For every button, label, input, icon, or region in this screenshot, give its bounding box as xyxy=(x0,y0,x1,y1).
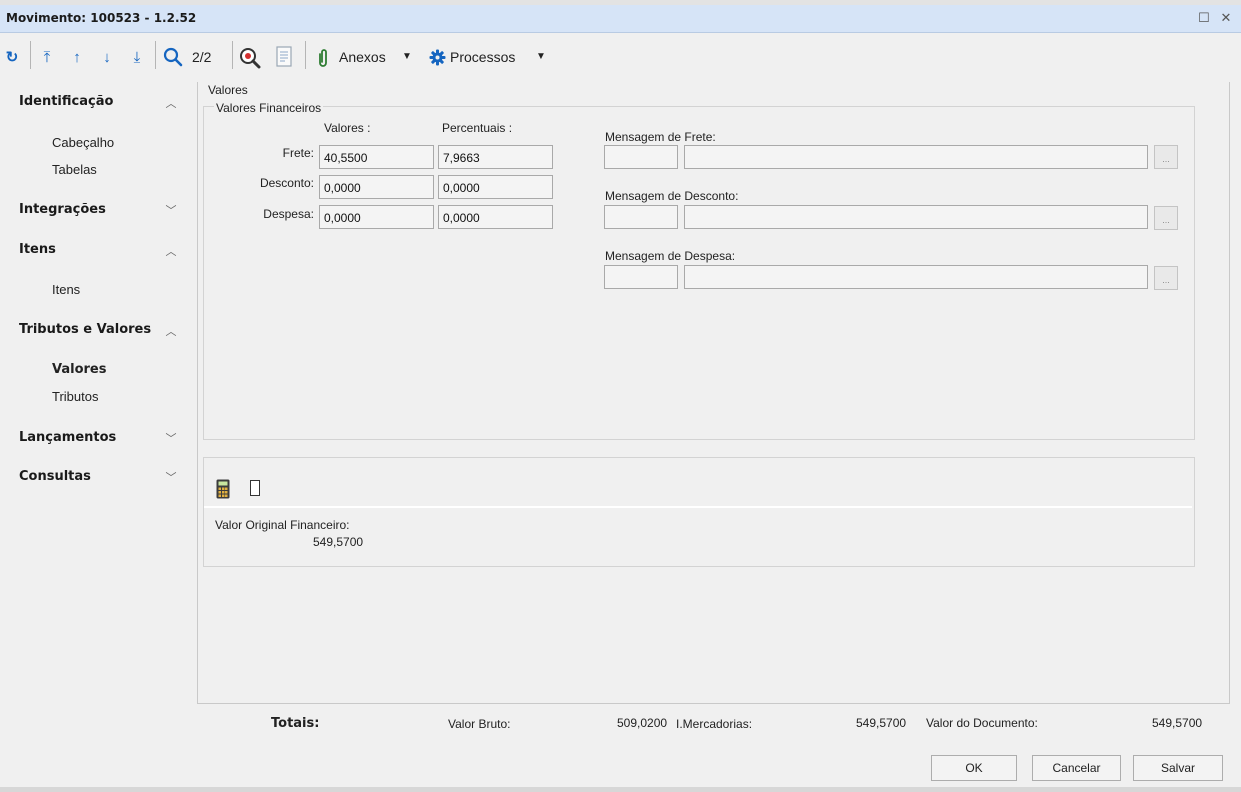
refresh-icon[interactable]: ↻ xyxy=(2,47,22,69)
mensagem-despesa-label: Mensagem de Despesa: xyxy=(605,249,736,263)
sidebar-item-cabecalho[interactable]: Cabeçalho xyxy=(52,135,114,150)
toolbar-separator xyxy=(305,41,306,69)
desconto-valor-input[interactable]: 0,0000 xyxy=(319,175,434,199)
title-bar: Movimento: 100523 - 1.2.52 ☐ ✕ xyxy=(0,5,1241,33)
valor-bruto-label: Valor Bruto: xyxy=(448,717,511,731)
bottom-border xyxy=(0,787,1241,792)
sidebar-section-integracoes[interactable]: Integrações xyxy=(19,202,106,217)
totais-label: Totais: xyxy=(271,716,320,731)
sidebar-section-lancamentos[interactable]: Lançamentos xyxy=(19,430,116,445)
mensagem-desconto-lookup-button[interactable]: ... xyxy=(1154,206,1178,230)
sidebar-section-identificacao[interactable]: Identificação xyxy=(19,94,113,109)
maximize-icon[interactable]: ☐ xyxy=(1196,10,1212,26)
blank-page-icon[interactable] xyxy=(250,480,260,496)
sidebar-item-valores-active[interactable]: Valores xyxy=(52,362,106,377)
mensagem-desconto-code-input[interactable] xyxy=(604,205,678,229)
mercadorias-value: 549,5700 xyxy=(856,716,907,730)
previous-record-icon[interactable]: ↑ xyxy=(68,47,86,69)
cancelar-button[interactable]: Cancelar xyxy=(1032,755,1121,781)
column-header-percentuais: Percentuais : xyxy=(442,121,513,135)
mensagem-frete-code-input[interactable] xyxy=(604,145,678,169)
sidebar-section-tributos-e-valores[interactable]: Tributos e Valores xyxy=(19,322,151,337)
chevron-down-icon[interactable]: ﹀ xyxy=(164,202,178,218)
frete-label: Frete: xyxy=(282,146,314,160)
sidebar: Identificação ︿ Cabeçalho Tabelas Integr… xyxy=(0,82,196,792)
mensagem-frete-label: Mensagem de Frete: xyxy=(605,130,716,144)
report-document-icon[interactable] xyxy=(275,45,293,72)
search-icon[interactable] xyxy=(162,46,184,71)
valor-bruto-value: 509,0200 xyxy=(617,716,668,730)
next-record-icon[interactable]: ↓ xyxy=(98,47,116,69)
sidebar-section-itens[interactable]: Itens xyxy=(19,242,56,257)
toolbar-separator xyxy=(232,41,233,69)
record-position: 2/2 xyxy=(192,49,212,65)
sidebar-item-tabelas[interactable]: Tabelas xyxy=(52,162,97,177)
mensagem-desconto-text-input[interactable] xyxy=(684,205,1148,229)
chevron-up-icon[interactable]: ︿ xyxy=(164,323,178,339)
ok-button[interactable]: OK xyxy=(931,755,1017,781)
mensagem-desconto-label: Mensagem de Desconto: xyxy=(605,189,739,203)
frete-percentual-input[interactable]: 7,9663 xyxy=(438,145,553,169)
toolbar: ↻ ⤒ ↑ ↓ ⤓ 2/2 Anexos ▼ Processos ▼ xyxy=(0,33,1241,81)
valor-documento-label: Valor do Documento: xyxy=(926,716,1038,730)
chevron-up-icon[interactable]: ︿ xyxy=(164,95,178,111)
valor-original-financeiro-label: Valor Original Financeiro: xyxy=(215,518,350,532)
financeiro-panel xyxy=(203,457,1195,567)
column-header-valores: Valores : xyxy=(324,121,371,135)
mensagem-despesa-code-input[interactable] xyxy=(604,265,678,289)
processos-dropdown-icon[interactable]: ▼ xyxy=(536,51,546,62)
mensagem-despesa-lookup-button[interactable]: ... xyxy=(1154,266,1178,290)
processos-menu[interactable]: Processos xyxy=(450,49,515,65)
sidebar-item-tributos[interactable]: Tributos xyxy=(52,389,98,404)
mensagem-frete-lookup-button[interactable]: ... xyxy=(1154,145,1178,169)
gear-icon[interactable] xyxy=(429,49,446,69)
anexos-menu[interactable]: Anexos xyxy=(339,49,386,65)
salvar-button[interactable]: Salvar xyxy=(1133,755,1223,781)
sidebar-item-itens[interactable]: Itens xyxy=(52,282,80,297)
zoom-search-icon[interactable] xyxy=(238,46,262,73)
section-title-valores: Valores xyxy=(208,83,248,97)
chevron-up-icon[interactable]: ︿ xyxy=(164,243,178,259)
window-title: Movimento: 100523 - 1.2.52 xyxy=(6,11,197,25)
frete-valor-input[interactable]: 40,5500 xyxy=(319,145,434,169)
group-title-valores-financeiros: Valores Financeiros xyxy=(214,101,324,115)
desconto-percentual-input[interactable]: 0,0000 xyxy=(438,175,553,199)
close-icon[interactable]: ✕ xyxy=(1218,10,1234,26)
sidebar-section-consultas[interactable]: Consultas xyxy=(19,469,91,484)
valor-documento-value: 549,5700 xyxy=(1152,716,1203,730)
chevron-down-icon[interactable]: ﹀ xyxy=(164,430,178,446)
mensagem-frete-text-input[interactable] xyxy=(684,145,1148,169)
toolbar-separator xyxy=(155,41,156,69)
desconto-label: Desconto: xyxy=(259,176,314,190)
anexos-dropdown-icon[interactable]: ▼ xyxy=(402,51,412,62)
despesa-label: Despesa: xyxy=(263,207,314,221)
despesa-valor-input[interactable]: 0,0000 xyxy=(319,205,434,229)
calculator-icon[interactable] xyxy=(216,479,230,502)
first-record-icon[interactable]: ⤒ xyxy=(38,47,56,69)
toolbar-separator xyxy=(30,41,31,69)
despesa-percentual-input[interactable]: 0,0000 xyxy=(438,205,553,229)
paperclip-icon[interactable] xyxy=(317,48,329,71)
mercadorias-label: I.Mercadorias: xyxy=(676,717,753,731)
chevron-down-icon[interactable]: ﹀ xyxy=(164,469,178,485)
last-record-icon[interactable]: ⤓ xyxy=(128,47,146,69)
divider xyxy=(204,506,1192,508)
mensagem-despesa-text-input[interactable] xyxy=(684,265,1148,289)
valor-original-financeiro-value: 549,5700 xyxy=(313,535,364,549)
